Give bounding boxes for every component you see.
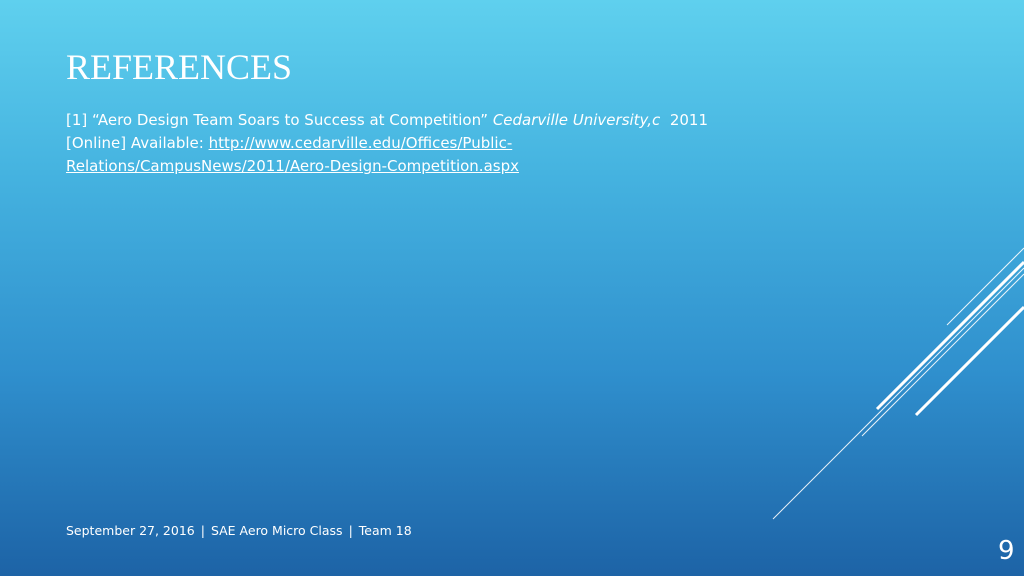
footer-separator-1: |: [200, 523, 205, 538]
reference-entry: [1] “Aero Design Team Soars to Success a…: [66, 109, 746, 178]
reference-url-part2: Relations/CampusNews/2011/Aero-Design-Co…: [66, 157, 519, 175]
decor-line-5: [772, 267, 1024, 520]
reference-line-2: [Online] Available: http://www.cedarvill…: [66, 132, 746, 178]
footer-team: Team 18: [358, 523, 412, 538]
slide-title: REFERENCES: [66, 47, 293, 87]
decor-line-1: [946, 247, 1024, 326]
decor-line-4: [914, 305, 1024, 417]
page-number: 9: [998, 536, 1015, 566]
reference-available-label: [Online] Available:: [66, 134, 209, 152]
slide: REFERENCES [1] “Aero Design Team Soars t…: [0, 0, 1024, 576]
reference-line-1: [1] “Aero Design Team Soars to Success a…: [66, 109, 746, 132]
slide-footer: September 27, 2016 | SAE Aero Micro Class |…: [66, 523, 412, 538]
reference-year: 2011: [660, 111, 709, 129]
footer-separator-2: |: [348, 523, 353, 538]
footer-date: September 27, 2016: [66, 523, 195, 538]
decor-line-2: [875, 260, 1024, 411]
footer-course: SAE Aero Micro Class: [210, 523, 343, 538]
reference-source: Cedarville University,c: [492, 111, 661, 129]
decor-line-3: [861, 273, 1024, 437]
reference-url-part1: http://www.cedarville.edu/Offices/Public…: [208, 134, 513, 152]
reference-citation: [1] “Aero Design Team Soars to Success a…: [66, 111, 493, 129]
